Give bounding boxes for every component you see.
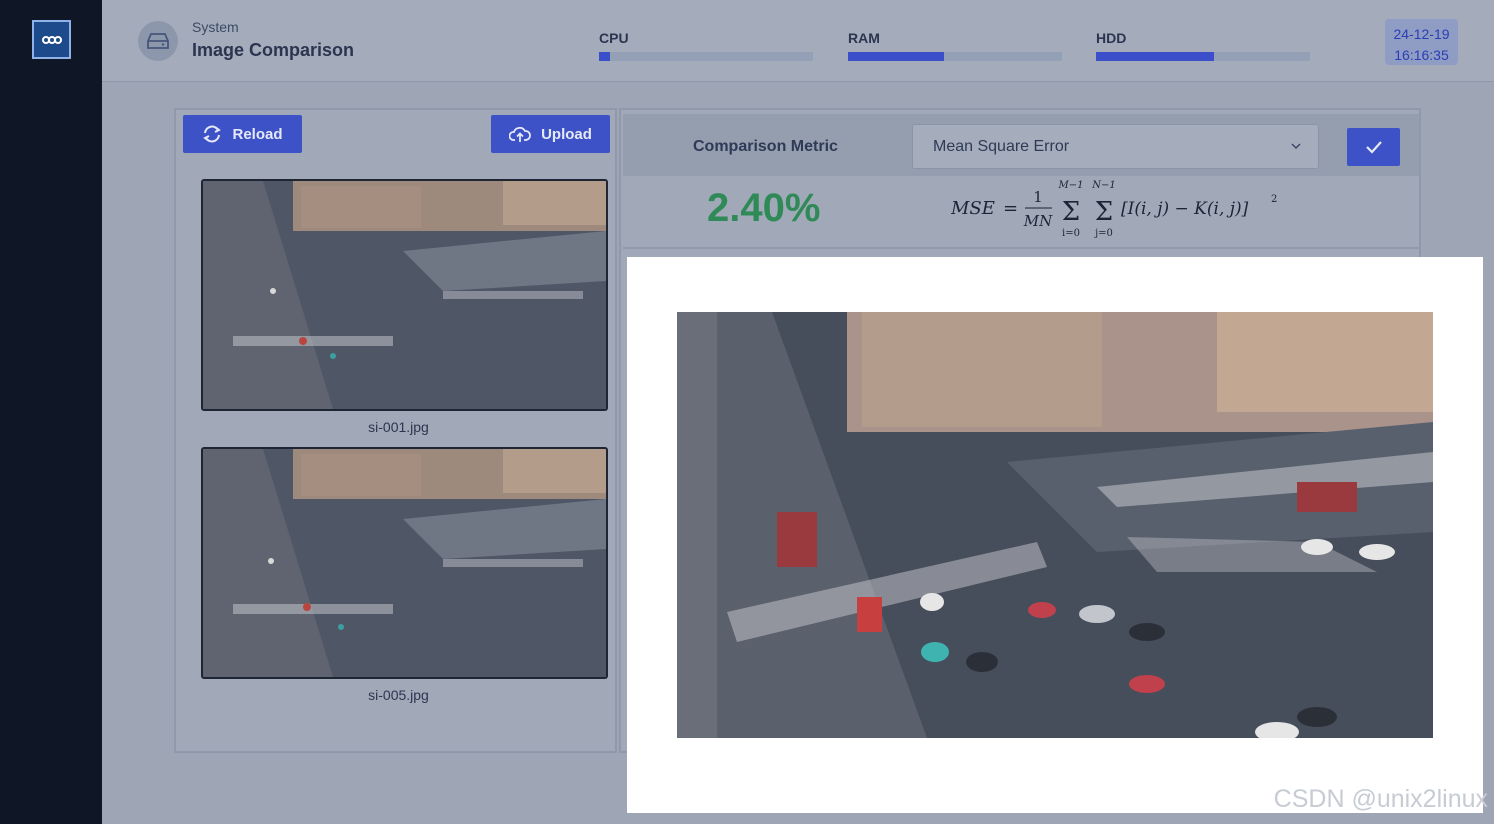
ram-meter: RAM [848, 30, 1062, 61]
hdd-meter: HDD [1096, 30, 1310, 61]
upload-button[interactable]: Upload [491, 115, 610, 153]
cpu-label: CPU [599, 30, 629, 46]
svg-text:Σ: Σ [1062, 197, 1080, 227]
page-title: Image Comparison [192, 40, 355, 60]
ram-track [848, 52, 1062, 61]
similarity-score: 2.40% [707, 186, 821, 230]
cpu-track [599, 52, 813, 61]
app-logo-icon[interactable] [32, 20, 71, 59]
ram-fill [848, 52, 945, 61]
panel-divider [623, 247, 1419, 249]
breadcrumb: System [192, 19, 239, 35]
metric-select[interactable]: Mean Square Error [912, 124, 1319, 169]
cloud-upload-icon [509, 126, 531, 142]
metric-label: Comparison Metric [693, 138, 838, 155]
formula-exponent: 2 [1271, 194, 1277, 205]
refresh-icon [203, 125, 222, 143]
datetime-badge: 24-12-19 16:16:35 [1385, 19, 1458, 65]
reload-button[interactable]: Reload [183, 115, 302, 153]
reload-label: Reload [232, 125, 283, 143]
watermark: CSDN @unix2linux [1273, 785, 1488, 813]
sum1-lower: i=0 [1062, 228, 1080, 239]
sum1-upper: M−1 [1058, 180, 1084, 191]
date-text: 24-12-19 [1393, 26, 1450, 42]
check-icon [1365, 141, 1382, 154]
svg-text:=: = [1003, 198, 1018, 219]
mse-formula: MSE = 1 MN M−1 Σ i=0 N−1 Σ j=0 [I(i, j) … [951, 180, 1277, 239]
top-bar: System Image Comparison CPU RAM HDD 24-1… [102, 0, 1494, 82]
formula-denominator: MN [1023, 212, 1053, 230]
hdd-label: HDD [1096, 30, 1127, 46]
upload-label: Upload [541, 125, 592, 143]
image-list-panel: Reload Upload si-001.jpg si-005.jpg [174, 108, 617, 753]
thumbnail-1-filename: si-001.jpg [368, 419, 429, 435]
image-thumbnail-1[interactable] [201, 179, 608, 411]
image-preview-modal[interactable] [627, 257, 1483, 813]
cpu-meter: CPU [599, 30, 813, 61]
cpu-fill [599, 52, 610, 61]
time-text: 16:16:35 [1394, 47, 1449, 63]
hard-drive-icon [138, 21, 178, 61]
apply-metric-button[interactable] [1347, 128, 1400, 166]
metric-select-value: Mean Square Error [933, 138, 1070, 155]
sum2-lower: j=0 [1094, 228, 1113, 239]
sidebar [0, 0, 102, 824]
hdd-track [1096, 52, 1310, 61]
svg-text:Σ: Σ [1095, 197, 1113, 227]
chevron-down-icon [1291, 143, 1301, 150]
formula-lhs: MSE [951, 198, 995, 219]
hdd-fill [1096, 52, 1214, 61]
formula-numerator: 1 [1033, 188, 1043, 206]
formula-body: [I(i, j) − K(i, j)] [1121, 199, 1249, 219]
preview-image [677, 312, 1433, 738]
metric-toolbar: Comparison Metric Mean Square Error [623, 114, 1419, 176]
sum2-upper: N−1 [1091, 180, 1116, 191]
ram-label: RAM [848, 30, 880, 46]
image-thumbnail-2[interactable] [201, 447, 608, 679]
thumbnail-2-filename: si-005.jpg [368, 687, 429, 703]
